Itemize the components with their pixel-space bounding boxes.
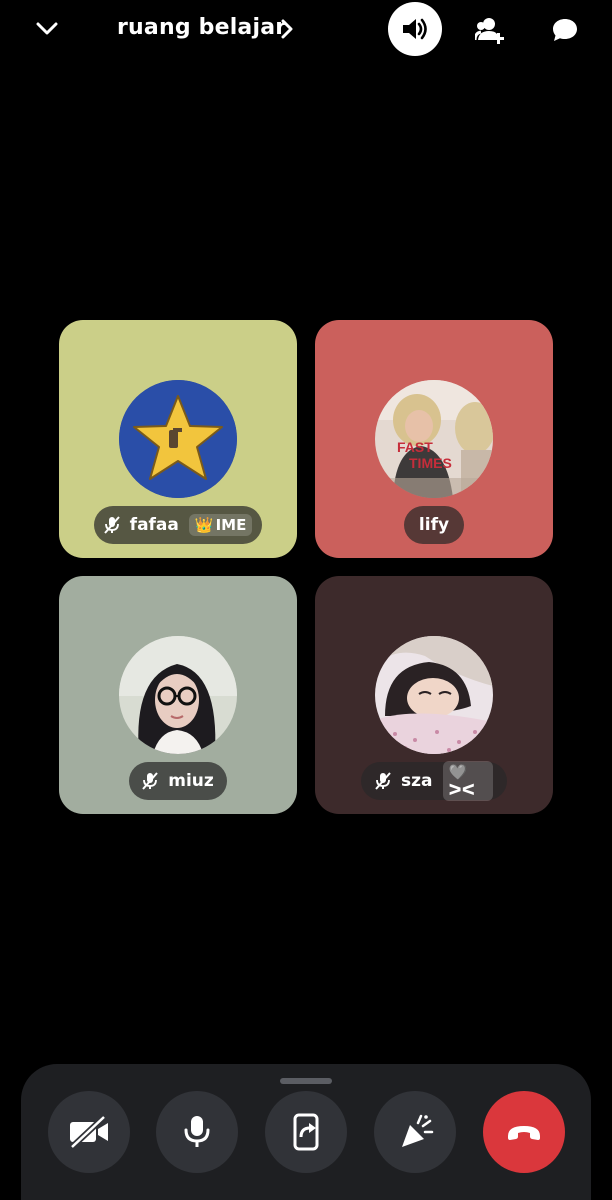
svg-text:TIMES: TIMES: [409, 455, 452, 471]
drawer-handle[interactable]: [280, 1078, 332, 1084]
avatar: [375, 636, 493, 754]
badge-emoji: 👑: [194, 516, 214, 534]
mic-muted-icon: [142, 772, 158, 790]
screen-share-button[interactable]: [265, 1091, 347, 1173]
svg-text:FAST: FAST: [397, 439, 433, 455]
participant-tile-miuz[interactable]: miuz: [59, 576, 297, 814]
camera-off-button[interactable]: [48, 1091, 130, 1173]
avatar: [119, 636, 237, 754]
avatar: FAST TIMES: [375, 380, 493, 498]
participant-name: miuz: [168, 771, 214, 791]
hang-up-button[interactable]: [483, 1091, 565, 1173]
add-user-icon: [475, 18, 504, 44]
nameplate: miuz: [129, 762, 227, 800]
microphone-icon: [184, 1116, 210, 1147]
hang-up-icon: [508, 1126, 540, 1140]
screen-share-icon: [293, 1113, 319, 1151]
chat-bubble-icon: [553, 19, 577, 41]
mic-muted-icon: [103, 516, 120, 534]
activities-icon: [402, 1114, 434, 1147]
participant-tile-fafaa[interactable]: fafaa 👑 IME: [59, 320, 297, 558]
participant-name: lify: [418, 515, 450, 535]
avatar: [119, 380, 237, 498]
nameplate: sza 🩶ᐳᐸ: [361, 761, 507, 801]
participant-name: fafaa: [129, 515, 179, 535]
participant-tile-sza[interactable]: sza 🩶ᐳᐸ: [315, 576, 553, 814]
speaker-icon: [403, 18, 427, 40]
status-badge: 🩶ᐳᐸ: [442, 761, 493, 801]
camera-off-icon: [69, 1115, 108, 1149]
call-header: ruang belajar: [0, 0, 612, 58]
mic-muted-icon: [375, 772, 391, 790]
chevron-down-icon[interactable]: [30, 12, 64, 46]
channel-title[interactable]: ruang belajar: [117, 15, 286, 40]
participant-tile-lify[interactable]: FAST TIMES lify: [315, 320, 553, 558]
add-user-button[interactable]: [470, 10, 510, 50]
nameplate: lify: [404, 506, 464, 544]
activities-button[interactable]: [374, 1091, 456, 1173]
microphone-button[interactable]: [156, 1091, 238, 1173]
participant-name: sza: [401, 771, 433, 791]
nameplate: fafaa 👑 IME: [94, 506, 262, 544]
chat-button[interactable]: [545, 10, 585, 50]
badge-text: IME: [215, 516, 247, 534]
chevron-right-icon[interactable]: [276, 16, 298, 42]
call-controls: [21, 1064, 591, 1200]
badge-text: 🩶ᐳᐸ: [448, 763, 476, 799]
speaker-button[interactable]: [388, 2, 442, 56]
status-badge: 👑 IME: [188, 514, 253, 536]
